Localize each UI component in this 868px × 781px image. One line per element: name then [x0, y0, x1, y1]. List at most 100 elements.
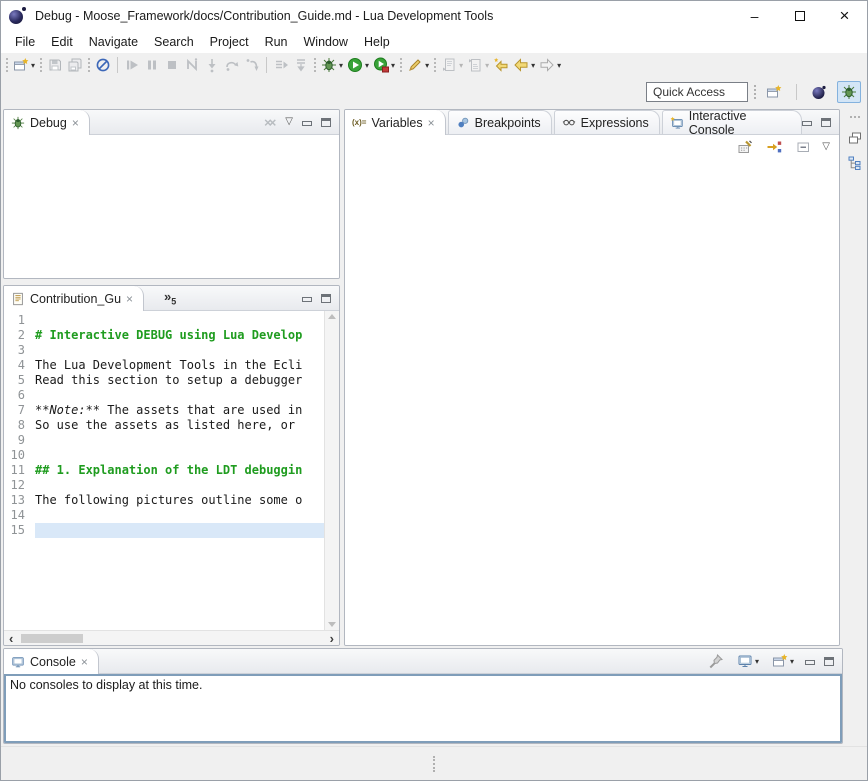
hidden-editors-chevron[interactable]: »5	[164, 289, 176, 307]
profile-button[interactable]: ▾	[371, 56, 397, 74]
use-step-filters-button[interactable]	[271, 56, 291, 74]
new-wizard-button[interactable]: ▾	[11, 56, 37, 74]
quick-access-input[interactable]	[646, 82, 748, 102]
minimize-view-icon[interactable]	[802, 121, 812, 126]
toolbar-drag-handle[interactable]	[40, 58, 42, 72]
terminate-button[interactable]	[162, 56, 182, 74]
tab-variables[interactable]: (x)= Variables ×	[345, 110, 446, 135]
editor-vertical-scrollbar[interactable]	[324, 311, 339, 630]
tab-contribution-guide[interactable]: Contribution_Gu ×	[4, 286, 144, 311]
maximize-view-icon[interactable]	[821, 118, 831, 127]
step-over-button[interactable]	[222, 56, 242, 74]
scroll-up-icon[interactable]	[328, 314, 336, 319]
dropdown-icon[interactable]: ▾	[790, 657, 794, 666]
dropdown-icon[interactable]: ▾	[755, 657, 759, 666]
last-edit-location-button[interactable]	[491, 56, 511, 74]
code-line[interactable]: 3	[4, 343, 324, 358]
toolbar-drag-handle[interactable]	[400, 58, 402, 72]
open-perspective-button[interactable]	[762, 81, 786, 103]
console-content[interactable]: No consoles to display at this time.	[4, 674, 842, 743]
debug-button[interactable]: ▾	[319, 56, 345, 74]
external-tools-button[interactable]: ▾	[405, 56, 431, 74]
code-line[interactable]: 10	[4, 448, 324, 463]
back-button[interactable]: ▾	[511, 56, 537, 74]
close-icon[interactable]: ×	[126, 293, 133, 305]
view-menu-icon[interactable]: ▽	[822, 142, 830, 152]
window-maximize-button[interactable]	[777, 1, 822, 31]
close-icon[interactable]: ×	[72, 117, 79, 129]
editor-horizontal-scrollbar[interactable]: ‹ ›	[4, 630, 339, 645]
code-line[interactable]: 15	[4, 523, 324, 538]
menu-navigate[interactable]: Navigate	[81, 33, 146, 51]
code-line[interactable]: 6	[4, 388, 324, 403]
code-line[interactable]: 14	[4, 508, 324, 523]
toolbar-drag-handle[interactable]	[88, 58, 90, 72]
dropdown-icon[interactable]: ▾	[339, 61, 343, 70]
trim-drag-handle[interactable]	[850, 116, 860, 118]
code-line[interactable]: 11## 1. Explanation of the LDT debuggin	[4, 463, 324, 478]
dropdown-icon[interactable]: ▾	[391, 61, 395, 70]
forward-button[interactable]: ▾	[537, 56, 563, 74]
maximize-view-icon[interactable]	[824, 657, 834, 666]
toolbar-drag-handle[interactable]	[434, 58, 436, 72]
skip-all-breakpoints-button[interactable]	[93, 56, 113, 74]
restore-view-button[interactable]	[845, 129, 865, 147]
tab-breakpoints[interactable]: Breakpoints	[448, 110, 552, 134]
dropdown-icon[interactable]: ▾	[557, 61, 561, 70]
code-line[interactable]: 5Read this section to setup a debugger	[4, 373, 324, 388]
view-menu-icon[interactable]: ▽	[285, 117, 293, 127]
minimize-view-icon[interactable]	[302, 121, 312, 126]
code-line[interactable]: 8So use the assets as listed here, or	[4, 418, 324, 433]
open-console-button[interactable]: ▾	[770, 652, 796, 670]
menu-run[interactable]: Run	[257, 33, 296, 51]
lua-perspective-button[interactable]	[807, 81, 831, 103]
toolbar-drag-handle[interactable]	[314, 58, 316, 72]
maximize-view-icon[interactable]	[321, 118, 331, 127]
scroll-right-icon[interactable]: ›	[330, 632, 334, 645]
toolbar-drag-handle[interactable]	[6, 58, 8, 72]
dropdown-icon[interactable]: ▾	[485, 61, 489, 70]
close-icon[interactable]: ×	[428, 117, 435, 129]
code-line[interactable]: 13The following pictures outline some o	[4, 493, 324, 508]
debug-view-content[interactable]	[4, 135, 339, 278]
code-line[interactable]: 7**Note:** The assets that are used in	[4, 403, 324, 418]
save-button[interactable]	[45, 56, 65, 74]
dropdown-icon[interactable]: ▾	[31, 61, 35, 70]
save-all-button[interactable]	[65, 56, 85, 74]
step-return-button[interactable]	[242, 56, 262, 74]
show-logical-structure-button[interactable]	[764, 138, 784, 156]
scroll-down-icon[interactable]	[328, 622, 336, 627]
code-line[interactable]: 1	[4, 313, 324, 328]
tab-console[interactable]: Console ×	[4, 649, 99, 674]
minimize-view-icon[interactable]	[805, 660, 815, 665]
variables-view-content[interactable]	[345, 158, 839, 645]
menu-window[interactable]: Window	[296, 33, 356, 51]
collapse-all-button[interactable]	[793, 138, 813, 156]
window-close-button[interactable]: ×	[822, 1, 867, 31]
suspend-button[interactable]	[142, 56, 162, 74]
dropdown-icon[interactable]: ▾	[531, 61, 535, 70]
next-annotation-button[interactable]: ▾	[439, 56, 465, 74]
maximize-view-icon[interactable]	[321, 294, 331, 303]
status-drag-handle[interactable]	[433, 756, 435, 772]
scrollbar-thumb[interactable]	[21, 634, 83, 643]
code-line[interactable]: 9	[4, 433, 324, 448]
tab-interactive-console[interactable]: Interactive Console	[662, 110, 802, 134]
code-line[interactable]: 12	[4, 478, 324, 493]
disconnect-button[interactable]	[182, 56, 202, 74]
code-lines[interactable]: 12# Interactive DEBUG using Lua Develop3…	[4, 311, 324, 630]
scroll-left-icon[interactable]: ‹	[9, 632, 13, 645]
tab-expressions[interactable]: Expressions	[554, 110, 660, 134]
outline-view-button[interactable]	[845, 154, 865, 172]
menu-search[interactable]: Search	[146, 33, 202, 51]
code-line[interactable]: 4The Lua Development Tools in the Ecli	[4, 358, 324, 373]
code-line[interactable]: 2# Interactive DEBUG using Lua Develop	[4, 328, 324, 343]
display-selected-console-button[interactable]: ▾	[735, 652, 761, 670]
debug-perspective-button[interactable]	[837, 81, 861, 103]
show-type-names-button[interactable]	[735, 138, 755, 156]
resume-button[interactable]	[122, 56, 142, 74]
toolbar-drag-handle[interactable]	[754, 85, 756, 99]
menu-help[interactable]: Help	[356, 33, 398, 51]
dropdown-icon[interactable]: ▾	[365, 61, 369, 70]
dropdown-icon[interactable]: ▾	[459, 61, 463, 70]
